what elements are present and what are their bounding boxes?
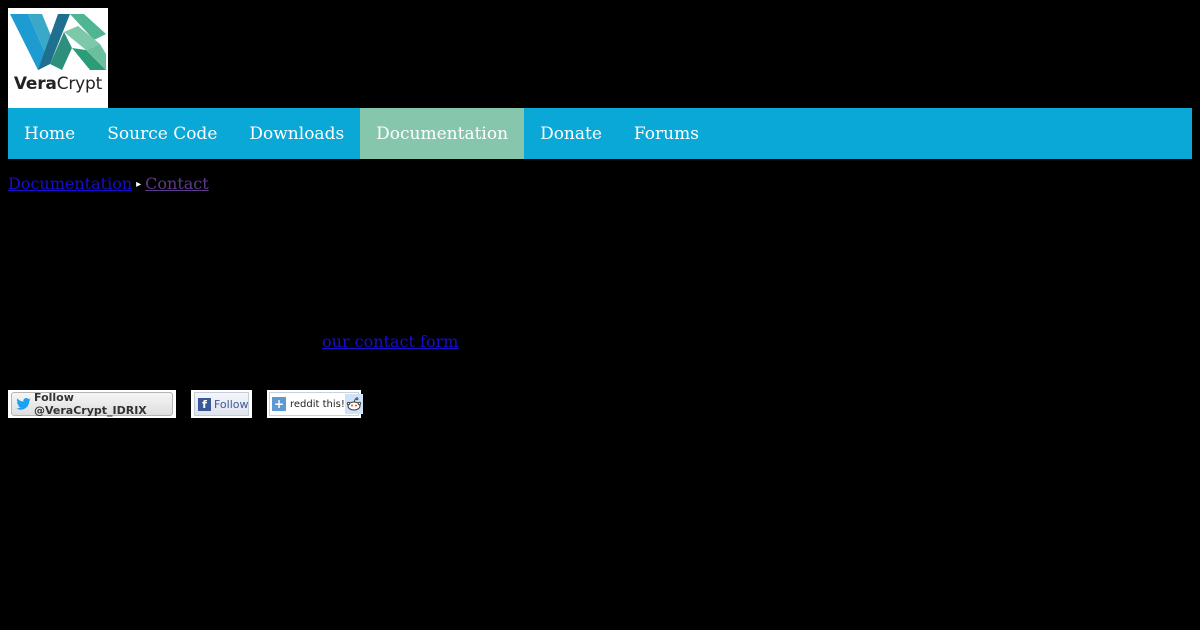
breadcrumb-link-contact[interactable]: Contact <box>145 174 209 193</box>
breadcrumb-link-documentation[interactable]: Documentation <box>8 174 132 193</box>
reddit-alien-icon <box>344 394 363 414</box>
breadcrumb: Documentation ▸ Contact <box>8 174 209 195</box>
main-nav: Home Source Code Downloads Documentation… <box>8 108 1192 159</box>
facebook-follow-button[interactable]: f Follow <box>191 390 252 418</box>
facebook-f-icon: f <box>198 397 211 411</box>
twitter-follow-button[interactable]: Follow @VeraCrypt_IDRIX <box>8 390 176 418</box>
breadcrumb-separator-icon: ▸ <box>136 178 142 190</box>
nav-item-home[interactable]: Home <box>8 108 91 159</box>
contact-form-link[interactable]: our contact form <box>322 332 458 352</box>
reddit-this-button-inner: + reddit this! <box>269 392 363 416</box>
nav-item-source-code[interactable]: Source Code <box>91 108 233 159</box>
facebook-follow-button-inner: f Follow <box>194 392 249 416</box>
plus-icon: + <box>272 397 286 411</box>
veracrypt-logo[interactable]: VeraCrypt <box>8 8 108 108</box>
nav-item-forums[interactable]: Forums <box>618 108 715 159</box>
veracrypt-logo-mark-icon <box>10 14 106 70</box>
nav-item-downloads[interactable]: Downloads <box>233 108 360 159</box>
nav-item-donate[interactable]: Donate <box>524 108 618 159</box>
page: VeraCrypt Home Source Code Downloads Doc… <box>0 0 1200 630</box>
twitter-follow-label: Follow @VeraCrypt_IDRIX <box>34 391 147 417</box>
reddit-this-button[interactable]: + reddit this! <box>267 390 363 418</box>
facebook-follow-label: Follow <box>214 397 249 411</box>
reddit-this-label: reddit this! <box>290 398 345 410</box>
logo-wordmark: VeraCrypt <box>13 74 103 94</box>
twitter-follow-button-inner: Follow @VeraCrypt_IDRIX <box>11 391 173 417</box>
twitter-bird-icon <box>16 398 31 410</box>
nav-item-documentation[interactable]: Documentation <box>360 108 525 159</box>
